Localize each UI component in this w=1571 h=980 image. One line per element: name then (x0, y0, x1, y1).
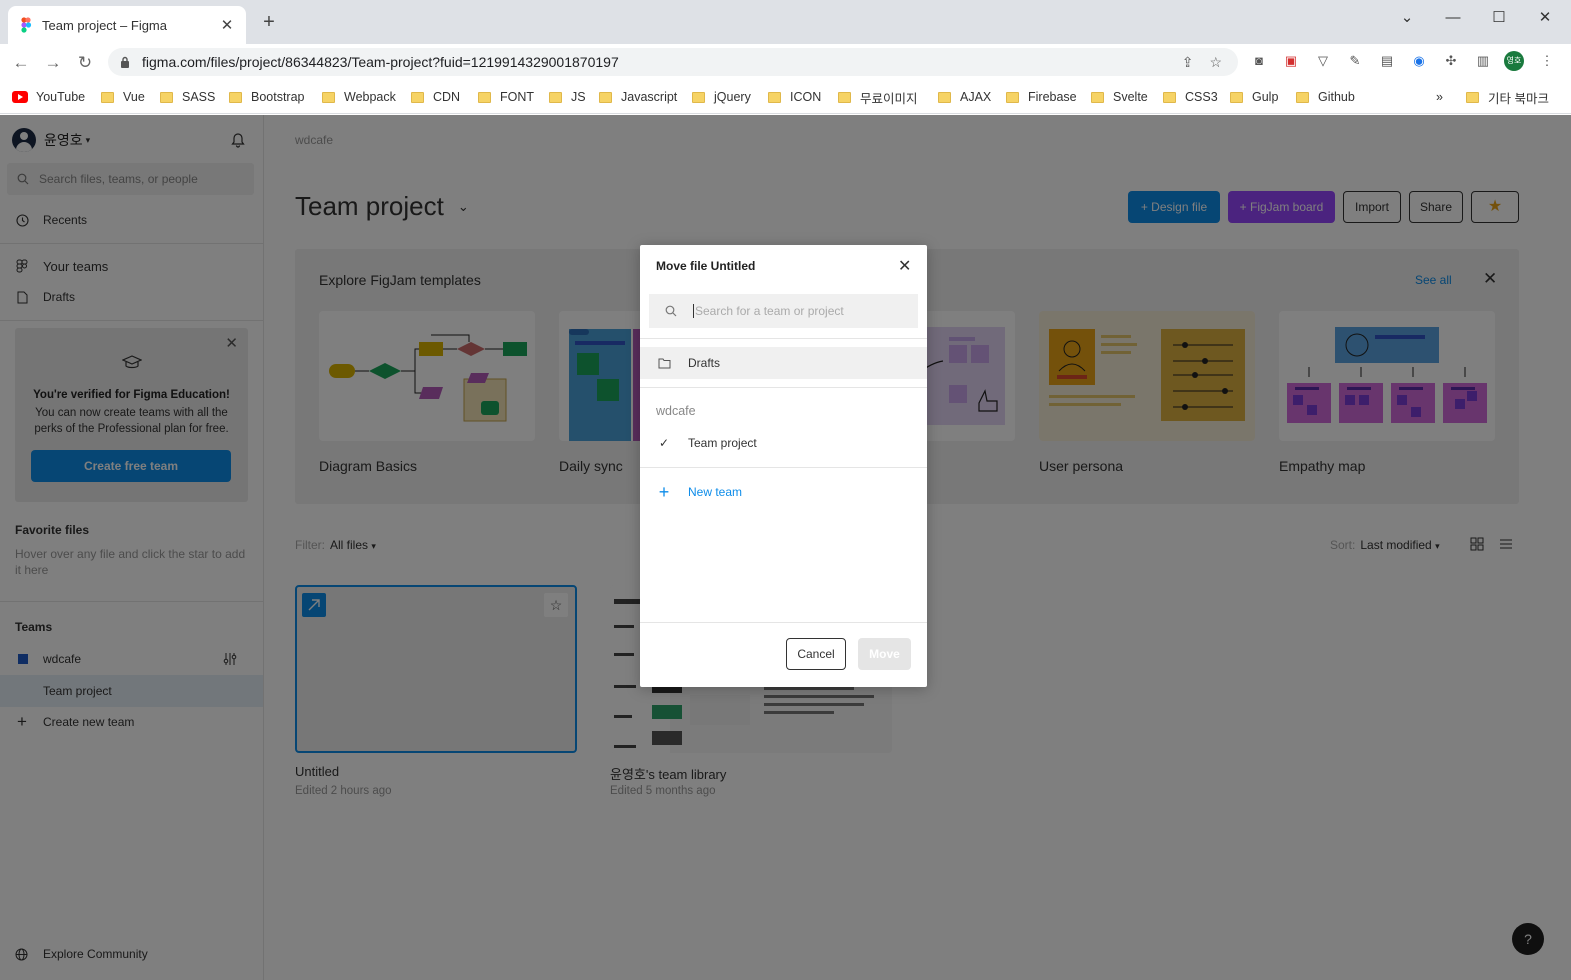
bookmark-folder[interactable]: Webpack (322, 89, 396, 105)
tab-search-icon[interactable]: ⌄ (1384, 4, 1430, 32)
bookmark-folder[interactable]: Javascript (599, 89, 677, 105)
divider (640, 387, 927, 388)
minimize-icon[interactable]: — (1430, 4, 1476, 32)
folder-icon (101, 91, 114, 103)
bookmark-folder[interactable]: jQuery (692, 89, 751, 105)
folder-icon (160, 91, 173, 103)
team-group-label: wdcafe (656, 404, 696, 418)
maximize-icon[interactable]: ☐ (1476, 4, 1522, 32)
bookmark-youtube[interactable]: YouTube (12, 89, 85, 105)
bookmark-folder[interactable]: ICON (768, 89, 821, 105)
pdf-extension-icon[interactable]: ▣ (1282, 52, 1300, 70)
calendar-extension-icon[interactable]: ▤ (1378, 52, 1396, 70)
bookmarks-overflow[interactable]: » (1436, 89, 1443, 105)
checkmark-icon: ✓ (658, 436, 670, 450)
folder-icon (838, 91, 851, 103)
folder-icon (1091, 91, 1104, 103)
drafts-destination[interactable]: Drafts (640, 347, 927, 379)
move-button[interactable]: Move (858, 638, 911, 670)
dialog-title: Move file Untitled (656, 259, 756, 273)
back-icon[interactable]: ← (10, 52, 32, 74)
browser-tab[interactable]: Team project – Figma ✕ (8, 6, 246, 44)
bookmark-folder[interactable]: Gulp (1230, 89, 1278, 105)
folder-icon (938, 91, 951, 103)
bookmark-star-icon[interactable]: ☆ (1209, 54, 1222, 71)
extensions-puzzle-icon[interactable]: ✣ (1442, 52, 1460, 70)
reload-icon[interactable]: ↻ (74, 52, 96, 74)
address-toolbar: ← → ↻ figma.com/files/project/86344823/T… (0, 44, 1571, 80)
folder-icon (1230, 91, 1243, 103)
folder-icon (1466, 91, 1479, 103)
camera-extension-icon[interactable]: ◙ (1250, 52, 1268, 70)
vue-devtools-icon[interactable]: ▽ (1314, 52, 1332, 70)
bookmark-folder[interactable]: FONT (478, 89, 534, 105)
close-icon[interactable]: ✕ (898, 256, 911, 276)
folder-icon (549, 91, 562, 103)
other-bookmarks[interactable]: 기타 북마크 (1466, 89, 1549, 106)
profile-avatar[interactable]: 영호 (1504, 51, 1524, 71)
close-window-icon[interactable]: ✕ (1522, 4, 1568, 32)
new-team-button[interactable]: + New team (640, 476, 927, 508)
bookmarks-bar: YouTube Vue SASS Bootstrap Webpack CDN F… (0, 80, 1571, 114)
forward-icon[interactable]: → (42, 52, 64, 74)
scrollbar[interactable] (1523, 115, 1571, 980)
share-page-icon[interactable]: ⇪ (1182, 54, 1194, 71)
figma-logo-icon (21, 17, 32, 33)
folder-icon (229, 91, 242, 103)
divider (640, 622, 927, 623)
move-file-dialog: Move file Untitled ✕ Drafts wdcafe ✓ Tea… (640, 245, 927, 687)
lock-icon (121, 56, 129, 68)
side-panel-icon[interactable]: ▥ (1474, 52, 1492, 70)
folder-icon (768, 91, 781, 103)
folder-icon (478, 91, 491, 103)
folder-icon (322, 91, 335, 103)
search-icon (665, 305, 677, 317)
eyedropper-extension-icon[interactable]: ✎ (1346, 52, 1364, 70)
divider (640, 338, 927, 339)
plus-icon: + (658, 481, 670, 502)
folder-outline-icon (640, 358, 688, 369)
folder-icon (1163, 91, 1176, 103)
bookmark-folder[interactable]: 무료이미지 (838, 89, 918, 106)
youtube-icon (12, 91, 28, 103)
bookmark-folder[interactable]: Firebase (1006, 89, 1077, 105)
folder-icon (1296, 91, 1309, 103)
close-tab-icon[interactable]: ✕ (218, 16, 236, 34)
folder-icon (411, 91, 424, 103)
project-destination[interactable]: ✓ Team project (640, 427, 927, 459)
address-bar[interactable]: figma.com/files/project/86344823/Team-pr… (108, 48, 1238, 76)
divider (640, 467, 927, 468)
bookmark-folder[interactable]: CDN (411, 89, 460, 105)
folder-icon (692, 91, 705, 103)
bookmark-folder[interactable]: CSS3 (1163, 89, 1218, 105)
browser-tab-bar: Team project – Figma ✕ + ⌄ — ☐ ✕ (0, 0, 1571, 44)
cancel-button[interactable]: Cancel (786, 638, 846, 670)
tab-title: Team project – Figma (42, 17, 167, 33)
bookmark-folder[interactable]: Vue (101, 89, 145, 105)
translate-extension-icon[interactable]: ◉ (1410, 52, 1428, 70)
browser-menu-icon[interactable]: ⋮ (1538, 52, 1556, 70)
new-tab-icon[interactable]: + (258, 12, 280, 34)
team-project-search-input[interactable] (693, 304, 893, 318)
folder-icon (599, 91, 612, 103)
bookmark-folder[interactable]: Bootstrap (229, 89, 305, 105)
bookmark-folder[interactable]: AJAX (938, 89, 991, 105)
folder-icon (1006, 91, 1019, 103)
bookmark-folder[interactable]: JS (549, 89, 586, 105)
bookmark-folder[interactable]: Github (1296, 89, 1355, 105)
bookmark-folder[interactable]: Svelte (1091, 89, 1148, 105)
bookmark-folder[interactable]: SASS (160, 89, 215, 105)
url-text: figma.com/files/project/86344823/Team-pr… (142, 54, 619, 70)
dialog-search[interactable] (649, 294, 918, 328)
